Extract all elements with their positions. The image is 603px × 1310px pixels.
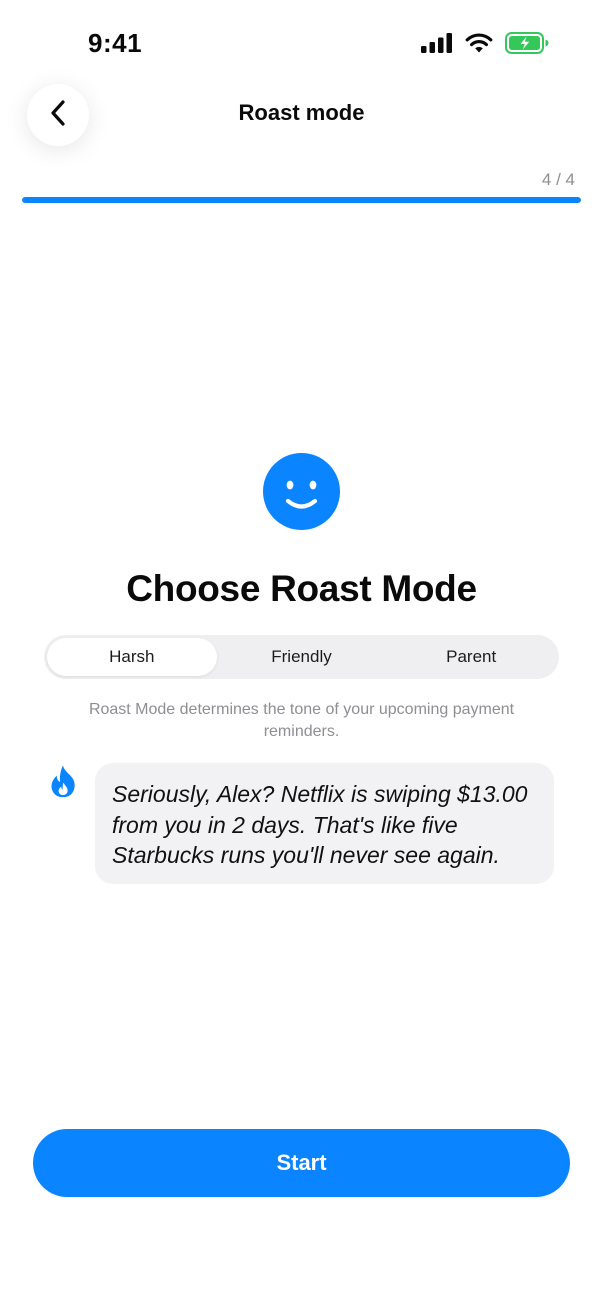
- roast-mode-selector: Harsh Friendly Parent: [44, 635, 559, 679]
- status-bar: 9:41: [0, 0, 603, 88]
- segment-friendly[interactable]: Friendly: [217, 638, 387, 676]
- segment-harsh[interactable]: Harsh: [47, 638, 217, 676]
- fire-icon: [49, 764, 77, 798]
- segment-parent[interactable]: Parent: [386, 638, 556, 676]
- status-time: 9:41: [88, 28, 143, 58]
- progress-bar: [22, 197, 581, 203]
- header-title: Roast mode: [238, 100, 365, 125]
- page-title: Choose Roast Mode: [126, 568, 477, 609]
- start-button[interactable]: Start: [33, 1129, 570, 1197]
- smiley-face-icon: [263, 453, 340, 530]
- status-icons: [421, 32, 549, 59]
- cellular-signal-icon: [421, 33, 453, 58]
- battery-charging-icon: [505, 32, 549, 59]
- step-counter: 4 / 4: [541, 170, 575, 189]
- progress-fill: [22, 197, 581, 203]
- mode-description: Roast Mode determines the tone of your u…: [88, 701, 515, 740]
- preview-line: Starbucks runs you'll never see again.: [112, 842, 500, 868]
- roast-preview-bubble: Seriously, Alex? Netflix is swiping $13.…: [95, 763, 554, 884]
- preview-line: Seriously, Alex? Netflix is swiping $13.…: [112, 781, 528, 807]
- preview-line: from you in 2 days. That's like five: [112, 811, 458, 838]
- wifi-icon: [465, 32, 493, 59]
